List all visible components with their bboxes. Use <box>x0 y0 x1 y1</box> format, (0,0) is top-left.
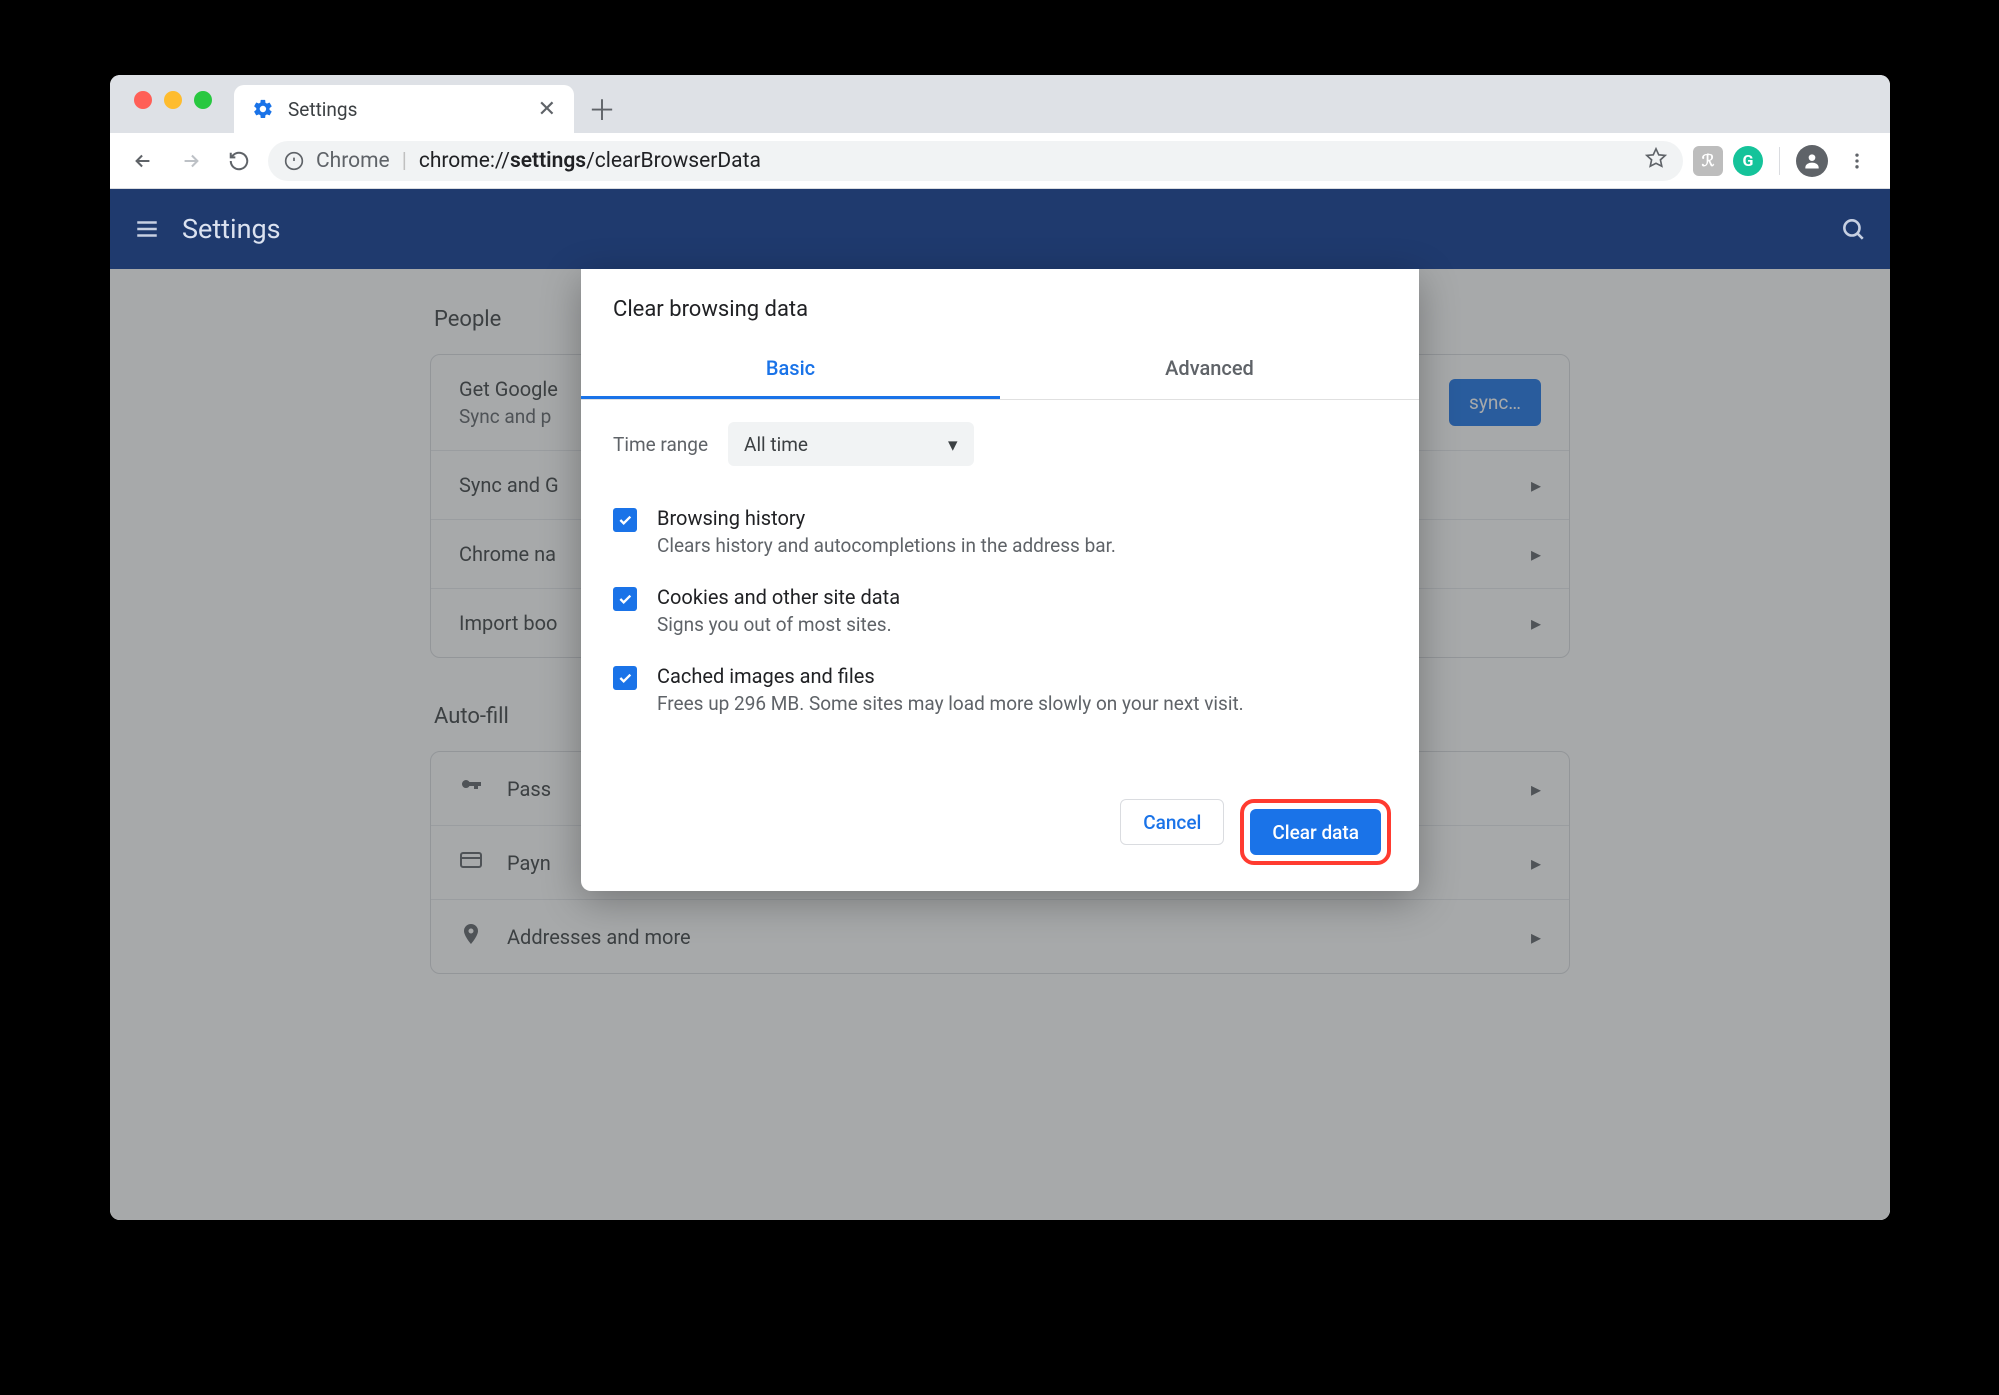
option-title: Cached images and files <box>657 664 1244 688</box>
new-tab-button[interactable]: ＋ <box>582 89 622 129</box>
close-window-icon[interactable] <box>134 91 152 109</box>
close-tab-icon[interactable]: ✕ <box>538 97 556 122</box>
forward-button[interactable] <box>172 142 210 180</box>
window-controls <box>124 75 222 133</box>
option-cookies: Cookies and other site data Signs you ou… <box>613 571 1387 650</box>
chevron-down-icon: ▾ <box>948 433 958 456</box>
toolbar: Chrome | chrome://settings/clearBrowserD… <box>110 133 1890 189</box>
search-icon[interactable] <box>1840 216 1866 242</box>
time-range-value: All time <box>744 433 808 456</box>
overflow-menu-icon[interactable] <box>1838 142 1876 180</box>
dialog-actions: Cancel Clear data <box>581 739 1419 865</box>
cancel-button[interactable]: Cancel <box>1120 799 1224 845</box>
back-button[interactable] <box>124 142 162 180</box>
settings-content: People Get Google Sync and p sync… Sync … <box>110 269 1890 1220</box>
checkbox-browsing-history[interactable] <box>613 508 637 532</box>
option-description: Frees up 296 MB. Some sites may load mor… <box>657 692 1244 715</box>
appbar-title: Settings <box>182 213 281 245</box>
option-browsing-history: Browsing history Clears history and auto… <box>613 492 1387 571</box>
dialog-tabs: Basic Advanced <box>581 342 1419 400</box>
site-info-icon[interactable] <box>284 151 304 171</box>
browser-tab[interactable]: Settings ✕ <box>234 85 574 133</box>
dialog-title: Clear browsing data <box>581 269 1419 342</box>
clear-browsing-data-dialog: Clear browsing data Basic Advanced Time … <box>581 269 1419 891</box>
extension-icon[interactable]: ℛ <box>1693 146 1723 176</box>
gear-icon <box>252 98 274 120</box>
option-description: Signs you out of most sites. <box>657 613 900 636</box>
grammarly-icon[interactable]: G <box>1733 146 1763 176</box>
toolbar-divider <box>1779 147 1780 175</box>
tab-advanced[interactable]: Advanced <box>1000 342 1419 399</box>
option-title: Browsing history <box>657 506 1116 530</box>
maximize-window-icon[interactable] <box>194 91 212 109</box>
checkbox-cache[interactable] <box>613 666 637 690</box>
time-range-label: Time range <box>613 433 708 456</box>
browser-window: Settings ✕ ＋ Chrome | chrome://settings/… <box>110 75 1890 1220</box>
profile-avatar[interactable] <box>1796 145 1828 177</box>
tab-strip: Settings ✕ ＋ <box>110 75 1890 133</box>
bookmark-star-icon[interactable] <box>1645 147 1667 175</box>
address-bar[interactable]: Chrome | chrome://settings/clearBrowserD… <box>268 141 1683 181</box>
clear-data-button[interactable]: Clear data <box>1250 809 1381 855</box>
hamburger-icon[interactable] <box>134 216 160 242</box>
option-title: Cookies and other site data <box>657 585 900 609</box>
minimize-window-icon[interactable] <box>164 91 182 109</box>
tab-title: Settings <box>288 98 524 121</box>
time-range-row: Time range All time ▾ <box>613 422 1387 466</box>
url-separator: | <box>402 149 407 173</box>
settings-appbar: Settings <box>110 189 1890 269</box>
reload-button[interactable] <box>220 142 258 180</box>
time-range-select[interactable]: All time ▾ <box>728 422 973 466</box>
option-description: Clears history and autocompletions in th… <box>657 534 1116 557</box>
url-path: chrome://settings/clearBrowserData <box>419 149 761 173</box>
tab-basic[interactable]: Basic <box>581 342 1000 399</box>
dialog-body: Time range All time ▾ Browsing history C… <box>581 400 1419 739</box>
url-origin: Chrome <box>316 149 390 173</box>
checkbox-cookies[interactable] <box>613 587 637 611</box>
option-cache: Cached images and files Frees up 296 MB.… <box>613 650 1387 729</box>
highlight-annotation: Clear data <box>1240 799 1391 865</box>
